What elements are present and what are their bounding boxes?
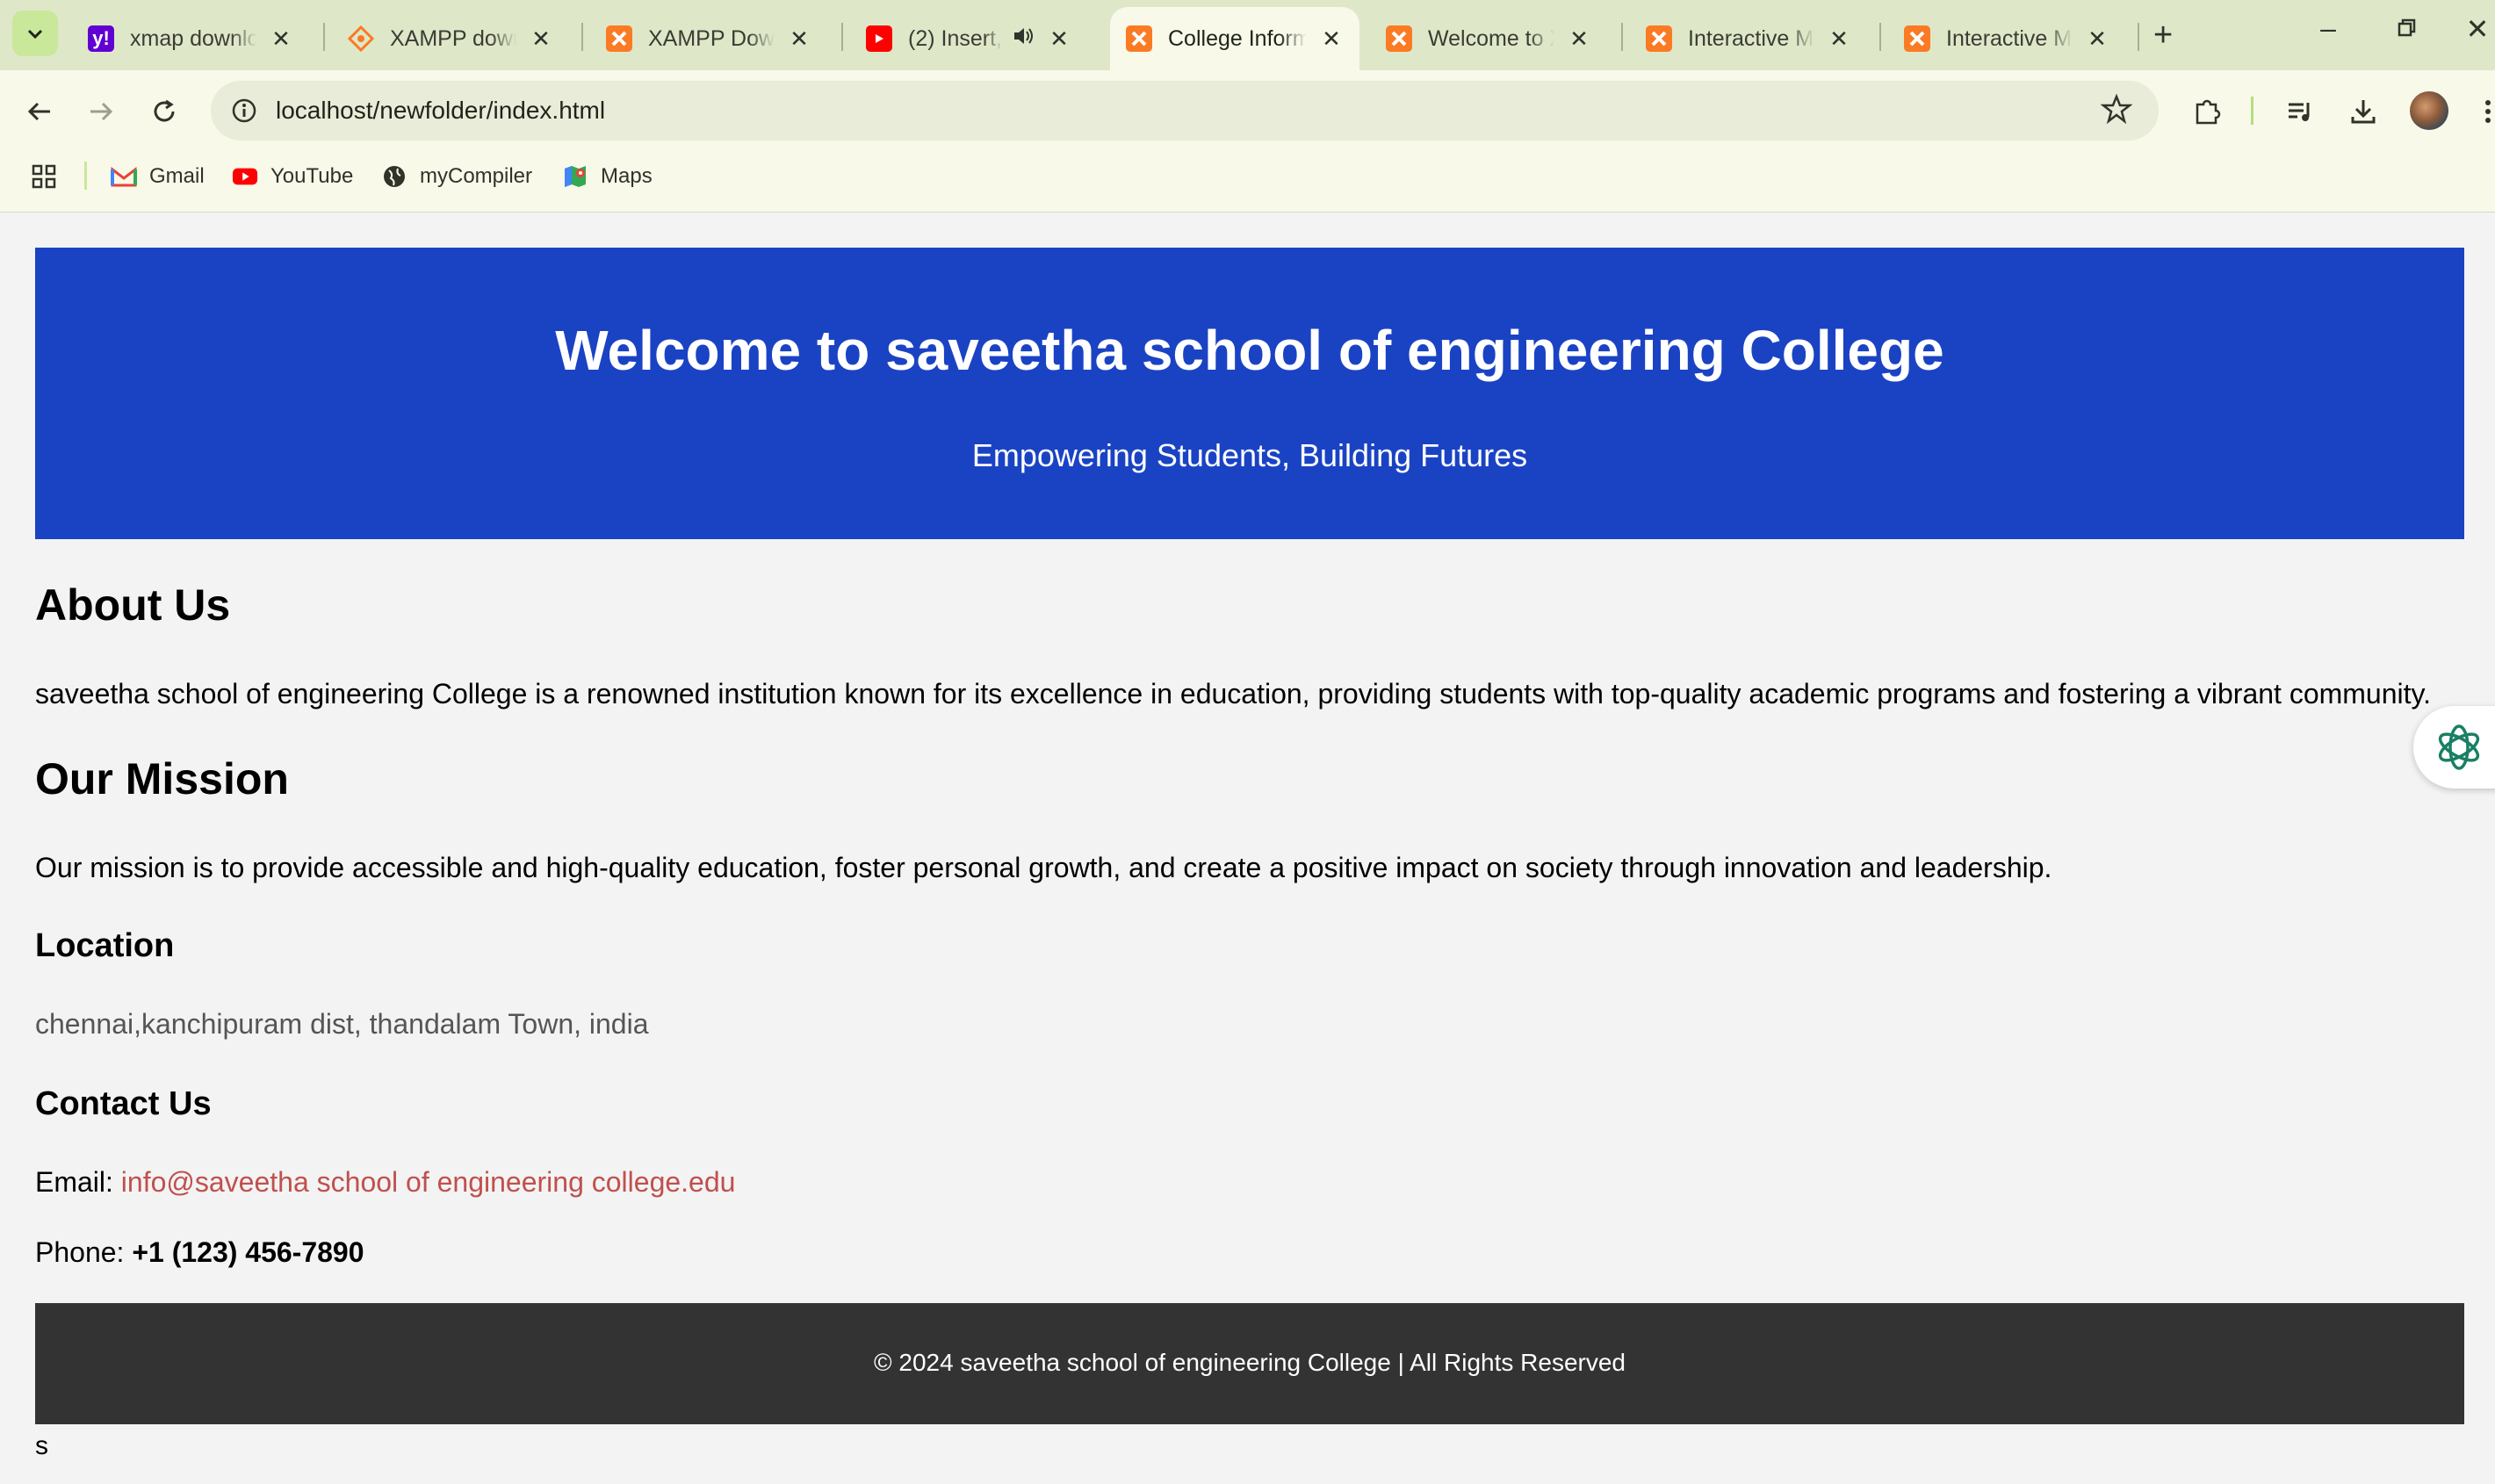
maps-icon	[562, 163, 588, 190]
back-button[interactable]	[19, 91, 60, 132]
bookmark-label: Gmail	[149, 164, 205, 188]
tab-youtube-insert[interactable]: (2) Insert, S ✕	[850, 7, 1087, 70]
bookmark-star-icon[interactable]	[2100, 93, 2133, 129]
about-text: saveetha school of engineering College i…	[35, 678, 2432, 710]
extensions-button[interactable]	[2187, 91, 2227, 132]
reload-button[interactable]	[144, 91, 184, 132]
close-icon[interactable]: ✕	[1567, 25, 1591, 53]
site-footer: © 2024 saveetha school of engineering Co…	[35, 1303, 2464, 1424]
bookmark-gmail[interactable]: Gmail	[111, 162, 205, 191]
close-icon[interactable]: ✕	[529, 25, 553, 53]
puzzle-icon	[2196, 99, 2221, 125]
tab-label: XAMPP download	[390, 25, 516, 51]
tab-xampp-download[interactable]: XAMPP download ✕	[332, 7, 569, 70]
mission-text: Our mission is to provide accessible and…	[35, 852, 2052, 883]
xampp-icon	[1904, 25, 1930, 52]
youtube-icon	[866, 25, 892, 52]
restore-button[interactable]	[2385, 12, 2429, 46]
contact-heading: Contact Us	[35, 1085, 212, 1122]
hero-subtitle: Empowering Students, Building Futures	[971, 437, 1528, 473]
close-icon[interactable]: ✕	[2085, 25, 2109, 53]
xampp-icon	[348, 25, 374, 52]
tab-college-information[interactable]: College Information ✕	[1110, 7, 1359, 70]
apps-grid-icon	[32, 164, 56, 189]
download-icon	[2351, 100, 2376, 124]
phone-label: Phone:	[35, 1236, 125, 1268]
hero-banner: Welcome to saveetha school of engineerin…	[35, 248, 2464, 539]
tab-strip: y! xmap download ✕ XAMPP download ✕ XAMP…	[0, 0, 2495, 70]
youtube-icon	[232, 163, 258, 190]
contact-phone-line: Phone: +1 (123) 456-7890	[35, 1236, 364, 1269]
ai-assistant-icon	[2438, 724, 2480, 770]
tab-label: (2) Insert, S	[908, 25, 1003, 51]
site-info-icon[interactable]	[228, 95, 260, 126]
minimize-button[interactable]: –	[2306, 12, 2350, 45]
stray-text: s	[35, 1431, 48, 1460]
close-icon[interactable]: ✕	[1319, 25, 1344, 53]
downloads-button[interactable]	[2343, 91, 2383, 132]
arrow-right-icon	[90, 102, 113, 121]
media-controls-button[interactable]	[2280, 91, 2320, 132]
email-link[interactable]: info@saveetha school of engineering coll…	[121, 1166, 736, 1198]
tab-label: Interactive Map	[1688, 25, 1814, 51]
about-heading: About Us	[35, 580, 231, 630]
close-icon[interactable]: ✕	[787, 25, 811, 53]
footer-copyright: © 2024 saveetha school of engineering Co…	[874, 1349, 1626, 1376]
bookmark-label: YouTube	[270, 164, 354, 188]
new-tab-button[interactable]: +	[2153, 16, 2173, 54]
page-viewport: Welcome to saveetha school of engineerin…	[0, 213, 2495, 1484]
arrow-left-icon	[27, 102, 50, 121]
menu-button[interactable]	[2468, 91, 2495, 132]
bookmark-label: Maps	[601, 164, 653, 188]
more-vertical-icon	[2485, 100, 2491, 123]
tab-xmap-download[interactable]: y! xmap download ✕	[72, 7, 309, 70]
tab-search-button[interactable]	[12, 11, 58, 56]
bookmark-youtube[interactable]: YouTube	[232, 162, 353, 191]
tab-label: xmap download	[130, 25, 256, 51]
apps-button[interactable]	[30, 162, 58, 191]
tab-label: XAMPP Downloads	[648, 25, 775, 51]
contact-email-line: Email: info@saveetha school of engineeri…	[35, 1166, 735, 1199]
tab-label: Welcome to XAMPP	[1428, 25, 1554, 51]
browser-chrome: y! xmap download ✕ XAMPP download ✕ XAMP…	[0, 0, 2495, 213]
phone-number: +1 (123) 456-7890	[132, 1236, 364, 1268]
page-title: Welcome to saveetha school of engineerin…	[555, 319, 1944, 382]
bookmarks-bar	[0, 151, 2495, 213]
xampp-icon	[1386, 25, 1412, 52]
chevron-down-icon	[27, 29, 43, 40]
reload-icon	[154, 99, 175, 122]
bookmark-mycompiler[interactable]: myCompiler	[381, 162, 532, 191]
address-bar[interactable]: localhost/newfolder/index.html	[211, 81, 2159, 140]
tab-xampp-downloads[interactable]: XAMPP Downloads ✕	[590, 7, 827, 70]
close-icon[interactable]: ✕	[269, 25, 293, 53]
close-icon[interactable]: ✕	[1047, 25, 1071, 53]
tab-interactive-map[interactable]: Interactive Map ✕	[1630, 7, 1867, 70]
tab-welcome-xampp[interactable]: Welcome to XAMPP ✕	[1370, 7, 1607, 70]
yahoo-icon: y!	[88, 25, 114, 52]
tab-interactive-map-2[interactable]: Interactive Map ✕	[1888, 7, 2125, 70]
xampp-icon	[606, 25, 632, 52]
bookmark-label: myCompiler	[420, 164, 533, 188]
email-label: Email:	[35, 1166, 113, 1198]
tab-label: Interactive Map	[1946, 25, 2073, 51]
url-text[interactable]: localhost/newfolder/index.html	[276, 97, 605, 125]
restore-icon	[2398, 18, 2416, 37]
bookmark-maps[interactable]: Maps	[562, 162, 653, 191]
close-icon[interactable]: ✕	[1827, 25, 1851, 53]
forward-button[interactable]	[81, 91, 121, 132]
location-heading: Location	[35, 927, 175, 964]
assistant-side-button[interactable]	[2413, 706, 2495, 789]
profile-avatar[interactable]	[2410, 91, 2448, 130]
gmail-icon	[111, 163, 137, 190]
xampp-icon	[1126, 25, 1152, 52]
close-window-button[interactable]: ✕	[2455, 12, 2495, 46]
location-text: chennai,kanchipuram dist, thandalam Town…	[35, 1008, 649, 1040]
xampp-icon	[1646, 25, 1672, 52]
globe-icon	[381, 163, 407, 190]
tab-label: College Information	[1168, 25, 1307, 51]
playlist-icon	[2289, 103, 2310, 121]
mission-heading: Our Mission	[35, 754, 289, 803]
speaker-icon[interactable]	[1012, 25, 1035, 54]
